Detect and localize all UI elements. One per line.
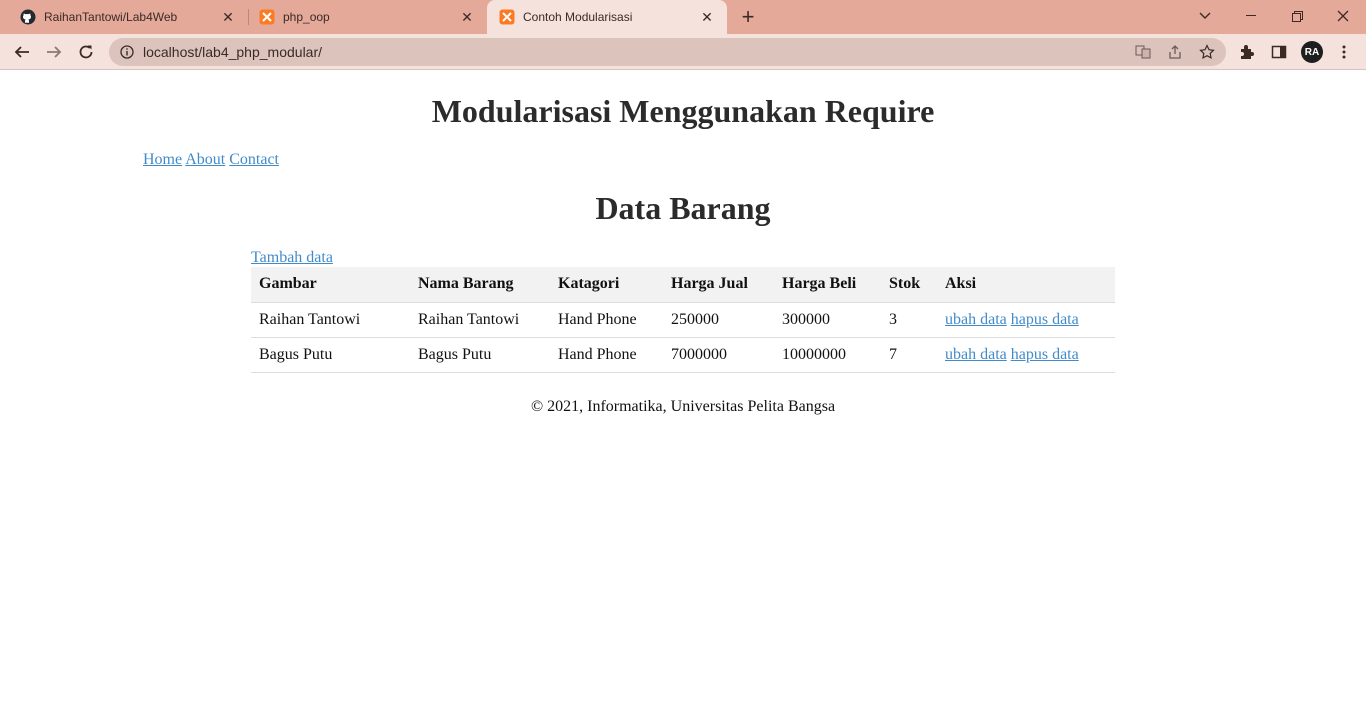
delete-link[interactable]: hapus data: [1011, 311, 1079, 328]
table-row: Raihan Tantowi Raihan Tantowi Hand Phone…: [251, 302, 1115, 338]
reload-icon[interactable]: [72, 38, 100, 66]
restore-button[interactable]: [1274, 0, 1320, 32]
table-row: Bagus Putu Bagus Putu Hand Phone 7000000…: [251, 337, 1115, 373]
header-aksi: Aksi: [937, 267, 1115, 303]
broken-image-icon: Bagus Putu: [259, 346, 332, 364]
cell-harga-jual: 250000: [663, 302, 774, 338]
site-nav: Home About Contact: [143, 151, 279, 169]
forward-icon[interactable]: [40, 38, 68, 66]
tab-title: RaihanTantowi/Lab4Web: [44, 10, 178, 24]
nav-contact-link[interactable]: Contact: [229, 151, 279, 168]
new-tab-button[interactable]: +: [736, 4, 760, 29]
xampp-icon: [259, 9, 275, 25]
tab-title: php_oop: [283, 10, 330, 24]
site-title: Modularisasi Menggunakan Require: [431, 93, 935, 129]
tab-github[interactable]: RaihanTantowi/Lab4Web ✕: [0, 0, 248, 34]
cell-nama: Raihan Tantowi: [410, 302, 550, 338]
delete-link[interactable]: hapus data: [1011, 346, 1079, 363]
cell-stok: 3: [881, 302, 937, 338]
extensions-icon[interactable]: [1238, 43, 1256, 61]
edit-link[interactable]: ubah data: [945, 311, 1007, 328]
cell-gambar: Bagus Putu: [251, 337, 410, 373]
cell-stok: 7: [881, 337, 937, 373]
page-footer: © 2021, Informatika, Universitas Pelita …: [530, 398, 836, 415]
info-icon[interactable]: [120, 45, 134, 59]
browser-toolbar: localhost/lab4_php_modular/: [0, 34, 1366, 70]
tab-php-oop[interactable]: php_oop ✕: [239, 0, 487, 34]
cell-kategori: Hand Phone: [550, 337, 663, 373]
xampp-icon: [499, 9, 515, 25]
close-window-button[interactable]: [1320, 0, 1366, 32]
edit-link[interactable]: ubah data: [945, 346, 1007, 363]
close-icon[interactable]: ✕: [220, 9, 236, 25]
header-nama-barang: Nama Barang: [410, 267, 550, 303]
cell-aksi: ubah data hapus data: [937, 302, 1115, 338]
header-harga-beli: Harga Beli: [774, 267, 881, 303]
translate-icon[interactable]: [1135, 44, 1151, 60]
nav-home-link[interactable]: Home: [143, 151, 182, 168]
tab-title: Contoh Modularisasi: [523, 10, 633, 24]
page-content: Modularisasi Menggunakan Require Home Ab…: [0, 71, 1366, 728]
close-icon[interactable]: ✕: [459, 9, 475, 25]
table-header-row: Gambar Nama Barang Katagori Harga Jual H…: [251, 267, 1115, 303]
image-alt-text: Bagus Putu: [259, 345, 333, 363]
profile-avatar[interactable]: RA: [1301, 41, 1323, 63]
data-table: Gambar Nama Barang Katagori Harga Jual H…: [251, 267, 1115, 373]
share-icon[interactable]: [1167, 44, 1183, 60]
header-katagori: Katagori: [550, 267, 663, 303]
address-bar[interactable]: localhost/lab4_php_modular/: [109, 38, 1226, 66]
tab-search-icon[interactable]: [1182, 0, 1228, 32]
header-harga-jual: Harga Jual: [663, 267, 774, 303]
nav-about-link[interactable]: About: [185, 151, 225, 168]
header-gambar: Gambar: [251, 267, 410, 303]
cell-harga-beli: 300000: [774, 302, 881, 338]
section-title: Data Barang: [595, 190, 771, 226]
back-icon[interactable]: [8, 38, 36, 66]
cell-harga-jual: 7000000: [663, 337, 774, 373]
cell-harga-beli: 10000000: [774, 337, 881, 373]
cell-nama: Bagus Putu: [410, 337, 550, 373]
url-text: localhost/lab4_php_modular/: [143, 44, 323, 60]
cell-gambar: Raihan Tantowi: [251, 302, 410, 338]
add-data-link[interactable]: Tambah data: [251, 249, 333, 267]
menu-icon[interactable]: [1335, 43, 1353, 61]
cell-kategori: Hand Phone: [550, 302, 663, 338]
header-stok: Stok: [881, 267, 937, 303]
bookmark-star-icon[interactable]: [1199, 44, 1215, 60]
cell-aksi: ubah data hapus data: [937, 337, 1115, 373]
side-panel-icon[interactable]: [1270, 43, 1288, 61]
close-icon[interactable]: ✕: [699, 9, 715, 25]
tab-contoh-modularisasi[interactable]: Contoh Modularisasi ✕: [487, 0, 727, 34]
github-icon: [20, 9, 36, 25]
minimize-button[interactable]: [1228, 0, 1274, 32]
image-alt-text: Raihan Tantowi: [259, 310, 361, 328]
broken-image-icon: Raihan Tantowi: [259, 311, 360, 329]
tab-strip: RaihanTantowi/Lab4Web ✕ php_oop ✕ Contoh…: [0, 0, 1366, 34]
